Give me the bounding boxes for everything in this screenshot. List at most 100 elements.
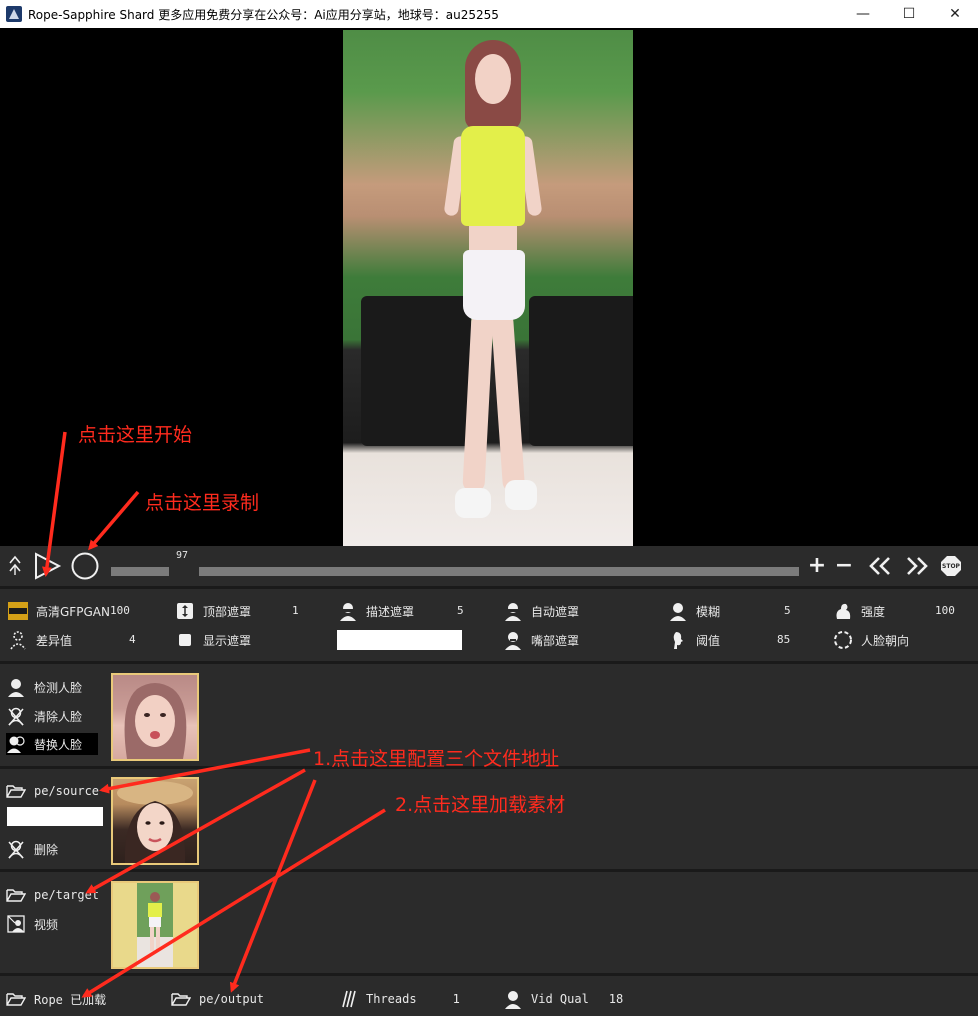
param-label: 差异值 bbox=[36, 633, 73, 648]
video-file-icon bbox=[6, 914, 26, 934]
param-auto-mask[interactable]: 自动遮罩 bbox=[503, 601, 579, 621]
square-icon bbox=[175, 630, 195, 650]
param-label: 显示遮罩 bbox=[203, 633, 252, 648]
param-blur[interactable]: 模糊 5 bbox=[668, 601, 791, 621]
annotation-load-assets: 2.点击这里加载素材 bbox=[395, 794, 566, 816]
face-mask-icon bbox=[503, 630, 523, 650]
source-search-input[interactable] bbox=[7, 807, 103, 826]
play-icon[interactable] bbox=[32, 551, 62, 581]
detected-face-thumbnail[interactable] bbox=[111, 673, 199, 761]
threads-label: Threads bbox=[366, 992, 417, 1006]
folder-open-icon bbox=[6, 989, 26, 1009]
face-mask-icon bbox=[338, 601, 358, 621]
annotation-config-paths: 1.点击这里配置三个文件地址 bbox=[313, 748, 560, 770]
record-icon[interactable] bbox=[70, 551, 100, 581]
title-bar: Rope-Sapphire Shard 更多应用免费分享在公众号：Ai应用分享站… bbox=[0, 0, 978, 28]
source-folder-label: pe/source bbox=[34, 784, 100, 798]
stop-icon[interactable]: STOP bbox=[940, 555, 962, 577]
delete-label: 删除 bbox=[34, 842, 59, 857]
rope-loaded-label: Rope 已加载 bbox=[34, 992, 107, 1007]
divider bbox=[0, 586, 978, 589]
param-label: 高清GFPGAN bbox=[36, 604, 110, 619]
param-label: 顶部遮罩 bbox=[203, 604, 252, 619]
clear-faces-label: 清除人脸 bbox=[34, 709, 83, 724]
zoom-in-icon[interactable]: + bbox=[806, 553, 828, 578]
fast-forward-icon[interactable] bbox=[903, 554, 931, 578]
divider bbox=[0, 973, 978, 976]
zoom-out-icon[interactable]: − bbox=[833, 553, 855, 578]
param-label: 强度 bbox=[861, 604, 886, 619]
param-value: 5 bbox=[457, 604, 464, 617]
delete-button[interactable]: 删除 bbox=[6, 838, 58, 860]
param-top-mask[interactable]: 顶部遮罩 1 bbox=[175, 601, 299, 621]
param-threshold[interactable]: 阈值 85 bbox=[668, 630, 790, 650]
face-mask-icon bbox=[503, 601, 523, 621]
maximize-button[interactable]: ☐ bbox=[886, 0, 932, 28]
close-button[interactable]: ✕ bbox=[932, 0, 978, 28]
video-filter-label: 视频 bbox=[34, 917, 59, 932]
detect-faces-button[interactable]: 检测人脸 bbox=[6, 676, 82, 698]
param-diff[interactable]: 差异值 4 bbox=[8, 630, 136, 650]
divider bbox=[0, 869, 978, 872]
param-face-orientation[interactable]: 人脸朝向 bbox=[833, 630, 909, 650]
window-title: Rope-Sapphire Shard 更多应用免费分享在公众号：Ai应用分享站… bbox=[28, 7, 499, 22]
swap-faces-button[interactable]: 替换人脸 bbox=[6, 733, 99, 755]
clear-faces-button[interactable]: 清除人脸 bbox=[6, 705, 82, 727]
gfpgan-icon bbox=[8, 601, 28, 621]
param-label: 模糊 bbox=[696, 604, 721, 619]
collapse-up-icon[interactable] bbox=[6, 552, 24, 578]
threads-value: 1 bbox=[452, 992, 460, 1006]
param-value: 85 bbox=[777, 633, 791, 646]
source-face-thumbnail[interactable] bbox=[111, 777, 199, 865]
annotation-start: 点击这里开始 bbox=[78, 424, 193, 446]
video-filter-button[interactable]: 视频 bbox=[6, 913, 58, 935]
target-folder-button[interactable]: pe/target bbox=[6, 884, 99, 906]
minimize-button[interactable]: — bbox=[840, 0, 886, 28]
frame-scrub-left[interactable] bbox=[111, 567, 169, 576]
video-preview-area[interactable] bbox=[0, 28, 978, 546]
param-show-mask[interactable]: 显示遮罩 bbox=[175, 630, 251, 650]
clear-face-icon bbox=[6, 706, 26, 726]
dancer-figure bbox=[443, 40, 543, 530]
divider bbox=[0, 661, 978, 664]
param-value: 100 bbox=[935, 604, 955, 617]
param-label: 人脸朝向 bbox=[861, 633, 910, 648]
rewind-icon[interactable] bbox=[866, 554, 894, 578]
face-icon bbox=[6, 677, 26, 697]
swap-faces-label: 替换人脸 bbox=[34, 737, 83, 752]
text-field[interactable] bbox=[337, 630, 462, 650]
param-strength[interactable]: 强度 100 bbox=[833, 601, 955, 621]
frame-number: 97 bbox=[176, 550, 189, 561]
param-gfpgan[interactable]: 高清GFPGAN 100 bbox=[8, 601, 130, 621]
target-folder-label: pe/target bbox=[34, 888, 100, 902]
param-mouth-mask[interactable]: 嘴部遮罩 bbox=[503, 630, 579, 650]
vidqual-value: 18 bbox=[608, 992, 624, 1006]
param-value: 1 bbox=[292, 604, 299, 617]
threads-icon bbox=[338, 989, 358, 1009]
video-frame bbox=[343, 30, 633, 546]
param-label: 阈值 bbox=[696, 633, 721, 648]
face-icon bbox=[503, 989, 523, 1009]
param-label: 嘴部遮罩 bbox=[531, 633, 580, 648]
swap-face-icon bbox=[6, 734, 26, 754]
strength-icon bbox=[833, 601, 853, 621]
dashed-circle-icon bbox=[833, 630, 853, 650]
param-value: 100 bbox=[110, 604, 130, 617]
target-video-thumbnail[interactable] bbox=[111, 881, 199, 969]
threads-control[interactable]: Threads 1 bbox=[338, 988, 460, 1010]
output-folder-label: pe/output bbox=[199, 992, 265, 1006]
clear-face-icon bbox=[6, 839, 26, 859]
folder-open-icon bbox=[6, 885, 26, 905]
video-quality-control[interactable]: Vid Qual 18 bbox=[503, 988, 623, 1010]
rope-loaded-button[interactable]: Rope 已加载 bbox=[6, 988, 106, 1010]
param-label: 自动遮罩 bbox=[531, 604, 580, 619]
param-describe-mask[interactable]: 描述遮罩 5 bbox=[338, 601, 464, 621]
param-value: 5 bbox=[784, 604, 791, 617]
source-folder-button[interactable]: pe/source bbox=[6, 780, 99, 802]
timeline-slider[interactable] bbox=[199, 567, 799, 576]
app-icon bbox=[6, 6, 22, 22]
arrow-to-output bbox=[229, 779, 317, 993]
detect-faces-label: 检测人脸 bbox=[34, 680, 83, 695]
output-folder-button[interactable]: pe/output bbox=[171, 988, 264, 1010]
folder-open-icon bbox=[171, 989, 191, 1009]
